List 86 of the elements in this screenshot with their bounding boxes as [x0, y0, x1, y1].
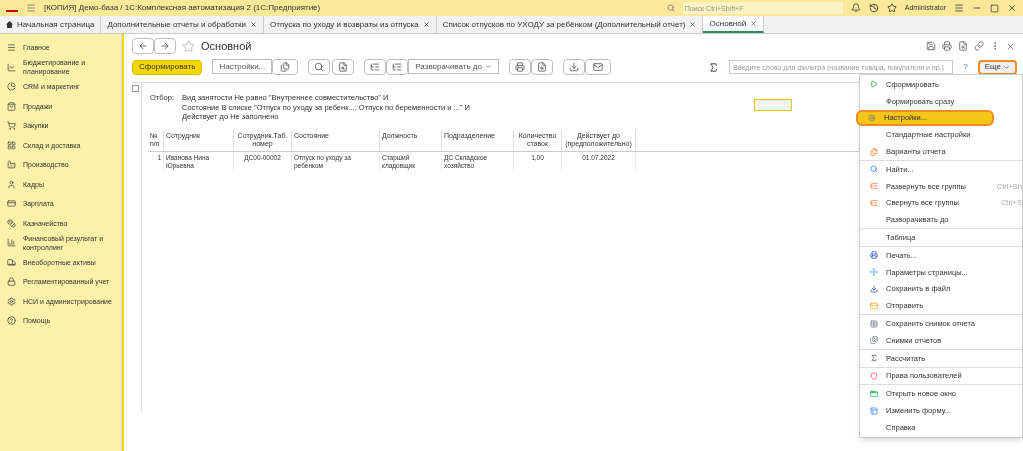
find-next-button[interactable] [332, 59, 355, 75]
envelope-icon [592, 62, 603, 72]
close-icon[interactable] [1006, 41, 1015, 51]
close-icon[interactable] [422, 21, 430, 28]
home-icon [6, 21, 13, 28]
sum-icon [870, 354, 878, 363]
printer-icon [514, 62, 525, 72]
tab[interactable]: Основной [703, 16, 765, 33]
chart-icon [7, 62, 16, 72]
menu-icon[interactable] [26, 3, 36, 13]
coins-icon [7, 218, 16, 228]
more-button[interactable]: Еще [977, 59, 1017, 75]
search-icon [314, 62, 325, 72]
bar-chart-icon [7, 238, 16, 248]
tab[interactable]: Начальная страница [0, 16, 102, 33]
preview-button[interactable] [530, 59, 553, 75]
printer-icon [870, 251, 878, 260]
cart-icon [7, 121, 16, 131]
close-icon[interactable] [689, 21, 697, 28]
close-icon[interactable] [750, 20, 758, 27]
settings-icon [7, 296, 16, 306]
truck-icon [7, 257, 16, 267]
send-button[interactable] [584, 59, 611, 75]
find-button[interactable] [308, 59, 331, 75]
search-icon [870, 165, 878, 174]
settings-icon [868, 114, 876, 122]
close-icon[interactable] [1007, 3, 1017, 13]
download-icon [568, 62, 579, 72]
history-icon[interactable] [868, 3, 879, 13]
expand-to-button[interactable]: Разворачивать до [408, 59, 499, 74]
window-title: [КОПИЯ] Демо-база / 1С:Комплексная автоматизация 2 (1С:Предприятие) [44, 2, 321, 14]
person-icon [7, 179, 16, 189]
grid-icon [7, 140, 16, 150]
window-icon [870, 389, 878, 398]
page-setup-icon [870, 268, 878, 277]
list-tree-icon [870, 182, 878, 191]
download-button[interactable] [562, 59, 585, 75]
list-tree-icon [870, 198, 878, 207]
variants-button[interactable] [272, 59, 299, 75]
link-icon[interactable] [974, 41, 984, 51]
settings-button[interactable]: Настройки... [212, 59, 273, 74]
table-icon [870, 319, 878, 328]
collapse-toggle[interactable] [132, 85, 139, 92]
download-icon [870, 284, 878, 293]
documents-icon [280, 62, 291, 72]
form-layout-icon [870, 406, 878, 415]
expand-button[interactable] [364, 59, 387, 75]
file-search-icon [536, 62, 547, 72]
documents-icon [870, 147, 878, 156]
play-icon [870, 80, 878, 89]
selected-cell [754, 99, 792, 111]
file-search-icon [338, 62, 349, 72]
bag-icon [7, 101, 16, 111]
save-icon[interactable] [926, 41, 936, 51]
caret-icon [484, 63, 492, 70]
sum-icon[interactable] [708, 61, 720, 73]
back-button[interactable] [132, 38, 154, 54]
card-icon [7, 199, 16, 209]
help-icon [7, 316, 16, 326]
factory-icon [7, 160, 16, 170]
form-title: Основной [201, 38, 252, 54]
tab[interactable]: Отпуска по уходу и возвраты из отпуска [264, 16, 437, 33]
shield-icon [870, 371, 878, 380]
pie-chart-icon [7, 82, 16, 92]
printer-icon[interactable] [942, 41, 952, 51]
lock-icon [7, 277, 16, 287]
star-icon[interactable] [886, 3, 897, 13]
collapse-button[interactable] [386, 59, 409, 75]
preview-icon[interactable] [958, 41, 968, 51]
envelope-icon [870, 301, 878, 310]
print-button[interactable] [508, 59, 531, 75]
list-tree-icon [370, 62, 381, 72]
maximize-icon[interactable] [990, 3, 999, 13]
menu-icon[interactable] [954, 3, 964, 13]
forward-button[interactable] [154, 38, 176, 54]
arrow-left-icon [138, 41, 148, 51]
generate-button[interactable]: Сформировать [132, 59, 203, 75]
caret-icon [1003, 63, 1010, 71]
search-icon [666, 4, 675, 12]
tab[interactable]: Дополнительные отчеты и обработки [101, 16, 264, 33]
bell-icon[interactable] [850, 3, 861, 13]
help-link[interactable]: ? [963, 61, 968, 73]
list-tree-icon [392, 62, 403, 72]
menu-icon [7, 43, 16, 53]
arrow-right-icon [160, 41, 170, 51]
close-icon[interactable] [250, 21, 257, 28]
